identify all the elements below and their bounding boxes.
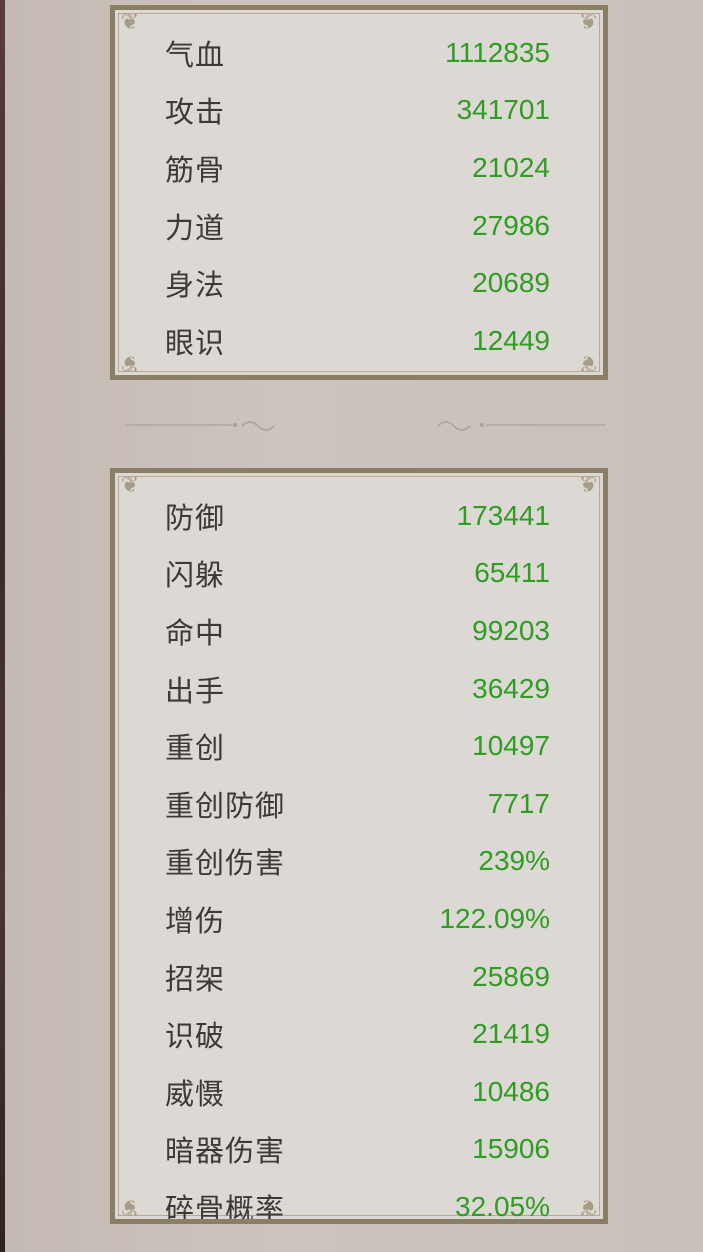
corner-flourish-icon: ❦	[578, 10, 598, 35]
stat-row: 身法 20689	[115, 254, 603, 312]
stat-row: 识破 21419	[115, 1005, 603, 1063]
stat-row: 命中 99203	[115, 602, 603, 660]
stat-row: 重创 10497	[115, 717, 603, 775]
stat-row: 重创防御 7717	[115, 775, 603, 833]
stat-label: 力道	[165, 210, 226, 245]
stat-row: 暗器伤害 15906	[115, 1121, 603, 1179]
stat-row: 攻击 341701	[115, 82, 603, 140]
stat-row: 闪躲 65411	[115, 545, 603, 603]
stat-value: 122.09%	[439, 902, 550, 934]
stat-label: 暗器伤害	[165, 1134, 286, 1169]
corner-flourish-icon: ❦	[120, 350, 140, 375]
stat-row: 筋骨 21024	[115, 139, 603, 197]
stat-label: 身法	[165, 268, 226, 303]
basic-attributes-box: ❦ ❦ ❦ ❦ 气血 1112835 攻击 341701 筋骨 21024 力道 27986 身…	[110, 5, 608, 380]
stat-label: 筋骨	[165, 152, 226, 187]
stat-row: 防御 173441	[115, 487, 603, 545]
stat-value: 341701	[456, 94, 550, 126]
stat-label: 出手	[165, 673, 226, 708]
stat-label: 眼识	[165, 325, 226, 360]
stat-value: 15906	[472, 1133, 550, 1165]
corner-flourish-icon: ❦	[578, 473, 598, 498]
stat-row: 增伤 122.09%	[115, 890, 603, 948]
stat-row: 力道 27986	[115, 197, 603, 255]
stat-label: 招架	[165, 961, 226, 996]
ornamental-divider-icon	[125, 421, 605, 431]
stat-label: 增伤	[165, 903, 226, 938]
basic-attributes-list: 气血 1112835 攻击 341701 筋骨 21024 力道 27986 身法 20689 眼识…	[115, 24, 603, 370]
stat-row: 招架 25869	[115, 948, 603, 1006]
corner-flourish-icon: ❦	[578, 1194, 598, 1219]
stat-row: 重创伤害 239%	[115, 833, 603, 891]
stat-value: 99203	[472, 614, 550, 646]
stat-value: 27986	[472, 209, 550, 241]
corner-flourish-icon: ❦	[578, 350, 598, 375]
stat-row: 碎骨概率 32.05%	[115, 1178, 603, 1224]
stat-value: 173441	[456, 499, 550, 531]
corner-flourish-icon: ❦	[120, 1194, 140, 1219]
stat-value: 21024	[472, 151, 550, 183]
stat-row: 出手 36429	[115, 660, 603, 718]
stat-value: 10486	[472, 1075, 550, 1107]
corner-flourish-icon: ❦	[120, 473, 140, 498]
stat-label: 识破	[165, 1019, 226, 1054]
stat-label: 重创	[165, 731, 226, 766]
stat-value: 32.05%	[455, 1190, 550, 1222]
combat-attributes-box[interactable]: ❦ ❦ ❦ ❦ 防御 173441 闪躲 65411 命中 99203 出手 36429 重创 1…	[110, 468, 608, 1224]
combat-attributes-list[interactable]: 防御 173441 闪躲 65411 命中 99203 出手 36429 重创 10497 重创防御…	[115, 487, 603, 1224]
stat-label: 命中	[165, 615, 226, 650]
stat-label: 攻击	[165, 95, 226, 130]
stat-row: 气血 1112835	[115, 24, 603, 82]
stat-value: 20689	[472, 267, 550, 299]
stat-label: 气血	[165, 37, 226, 72]
stat-value: 36429	[472, 672, 550, 704]
stat-value: 7717	[487, 787, 550, 819]
stat-row: 威慑 10486	[115, 1063, 603, 1121]
stat-label: 威慑	[165, 1076, 226, 1111]
stat-value: 65411	[474, 557, 550, 589]
stat-value: 10497	[472, 730, 550, 762]
stat-label: 重创伤害	[165, 846, 286, 881]
stat-value: 239%	[478, 845, 550, 877]
stat-value: 25869	[472, 960, 550, 992]
stat-value: 21419	[472, 1018, 550, 1050]
stat-label: 碎骨概率	[165, 1191, 286, 1224]
stat-value: 1112835	[445, 36, 550, 68]
stat-row: 眼识 12449	[115, 312, 603, 370]
stat-label: 闪躲	[165, 558, 226, 593]
stat-value: 12449	[472, 324, 550, 356]
stat-label: 防御	[165, 500, 226, 535]
stat-label: 重创防御	[165, 788, 286, 823]
corner-flourish-icon: ❦	[120, 10, 140, 35]
